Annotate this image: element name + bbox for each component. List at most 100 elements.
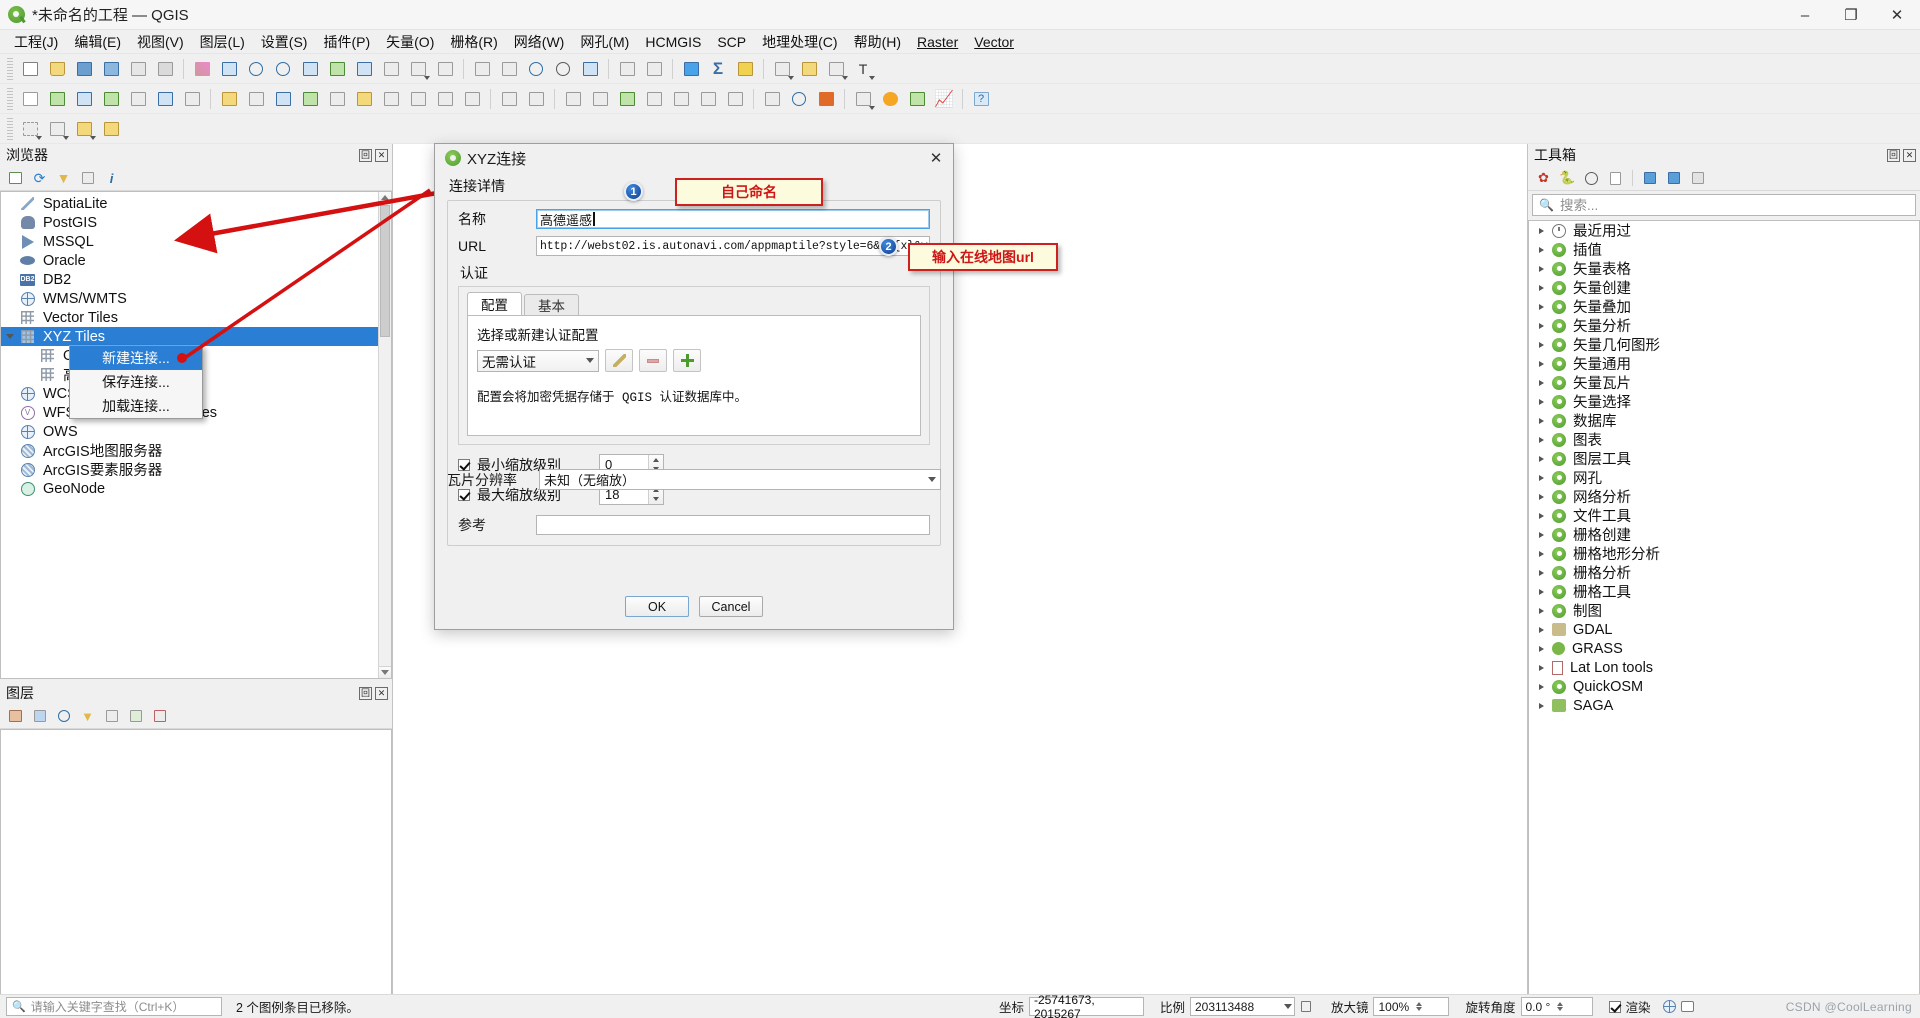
chevron-right-icon[interactable] — [1539, 455, 1544, 462]
menu-vector[interactable]: 矢量(O) — [378, 30, 442, 54]
help-icon[interactable] — [1688, 169, 1707, 188]
filter-legend-icon[interactable] — [30, 707, 49, 726]
chevron-right-icon[interactable] — [1539, 322, 1544, 329]
statistics-icon[interactable]: Σ — [705, 56, 731, 82]
toolbox-item-quickosm[interactable]: QuickOSM — [1529, 677, 1919, 696]
save-project-icon[interactable] — [71, 56, 97, 82]
zoom-selection-icon[interactable] — [324, 56, 350, 82]
toolbox-item-file-tools[interactable]: 文件工具 — [1529, 506, 1919, 525]
browser-item-xyz-tiles[interactable]: XYZ Tiles — [1, 327, 391, 346]
browser-item-arcgis-map-server[interactable]: ArcGIS地图服务器 — [1, 441, 391, 460]
toolbox-item-grass[interactable]: GRASS — [1529, 639, 1919, 658]
lock-scale-icon[interactable] — [1298, 998, 1315, 1015]
select-features-icon[interactable] — [17, 116, 43, 142]
modify-attributes-icon[interactable] — [351, 86, 377, 112]
redo-icon[interactable] — [523, 86, 549, 112]
zoom-out-icon[interactable] — [270, 56, 296, 82]
browser-tree[interactable]: SpatiaLite PostGIS MSSQL Oracle DB2 DB2 — [0, 191, 392, 679]
info-icon[interactable]: i — [102, 169, 121, 188]
toolbox-item-gdal[interactable]: GDAL — [1529, 620, 1919, 639]
close-button[interactable]: ✕ — [1874, 0, 1920, 30]
pan-map-icon[interactable] — [189, 56, 215, 82]
georeferencer-icon[interactable] — [560, 86, 586, 112]
toggle-editing-icon[interactable] — [243, 86, 269, 112]
add-mesh-layer-icon[interactable] — [98, 86, 124, 112]
semiauto-classification-icon[interactable] — [813, 86, 839, 112]
chevron-right-icon[interactable] — [1539, 683, 1544, 690]
edit-icon[interactable] — [1640, 169, 1659, 188]
magnifier-spin[interactable] — [1416, 1002, 1423, 1011]
toolbox-item-interpolation[interactable]: 插值 — [1529, 240, 1919, 259]
zoom-layer-icon[interactable] — [351, 56, 377, 82]
edit-auth-config-button[interactable] — [605, 349, 633, 372]
python-console-icon[interactable] — [732, 56, 758, 82]
xyz-context-menu[interactable]: 新建连接... 保存连接... 加载连接... — [69, 345, 203, 419]
browser-item-mssql[interactable]: MSSQL — [1, 232, 391, 251]
chevron-right-icon[interactable] — [1539, 607, 1544, 614]
split-features-icon[interactable] — [668, 86, 694, 112]
layers-tree[interactable] — [0, 729, 392, 1004]
remove-layer-icon[interactable] — [150, 707, 169, 726]
browser-item-db2[interactable]: DB2 DB2 — [1, 270, 391, 289]
open-style-icon[interactable] — [6, 707, 25, 726]
toolbox-item-vector-tiles[interactable]: 矢量瓦片 — [1529, 373, 1919, 392]
rotation-field[interactable]: 0.0 ° — [1520, 997, 1593, 1016]
messages-log-icon[interactable] — [1679, 998, 1697, 1016]
tile-resolution-select[interactable]: 未知（无缩放） — [539, 469, 941, 490]
add-icon[interactable] — [1664, 169, 1683, 188]
filter-icon[interactable]: ▼ — [78, 707, 97, 726]
offset-curve-icon[interactable] — [641, 86, 667, 112]
browser-scroll-thumb[interactable] — [380, 205, 390, 337]
identify-features-icon[interactable] — [577, 56, 603, 82]
render-checkbox-group[interactable]: 渲染 — [1608, 997, 1651, 1016]
min-zoom-increment[interactable] — [649, 455, 663, 465]
run-model-icon[interactable] — [759, 86, 785, 112]
field-calculator-icon[interactable] — [641, 56, 667, 82]
locator-search-box[interactable]: 🔍 — [6, 997, 222, 1016]
models-icon[interactable]: ✿ — [1534, 169, 1553, 188]
tab-configurations[interactable]: 配置 — [467, 292, 522, 315]
select-value-icon[interactable] — [98, 116, 124, 142]
chevron-right-icon[interactable] — [1539, 303, 1544, 310]
browser-item-wms-wmts[interactable]: WMS/WMTS — [1, 289, 391, 308]
chevron-right-icon[interactable] — [1539, 341, 1544, 348]
current-edits-icon[interactable] — [216, 86, 242, 112]
minimize-button[interactable]: – — [1782, 0, 1828, 30]
toolbox-tree[interactable]: 最近用过 插值 矢量表格 矢量创建 矢量叠加 矢量分析 矢量几何图形 矢量通用 … — [1528, 220, 1920, 1004]
name-input[interactable]: 高德遥感 — [536, 209, 930, 229]
plugin-manager-icon[interactable] — [877, 86, 903, 112]
browser-item-spatialite[interactable]: SpatiaLite — [1, 194, 391, 213]
menu-vector-en[interactable]: Vector — [966, 32, 1022, 52]
max-zoom-decrement[interactable] — [649, 495, 663, 505]
text-annotation-icon[interactable]: T — [850, 56, 876, 82]
new-print-layout-icon[interactable] — [125, 56, 151, 82]
add-vector-layer-icon[interactable] — [44, 86, 70, 112]
menu-mesh[interactable]: 网孔(M) — [572, 30, 637, 54]
reshape-features-icon[interactable] — [695, 86, 721, 112]
browser-close-button[interactable]: ✕ — [375, 148, 388, 162]
toolbox-search-box[interactable]: 🔍 — [1532, 194, 1916, 216]
toolbox-item-vector-selection[interactable]: 矢量选择 — [1529, 392, 1919, 411]
toolbox-item-database[interactable]: 数据库 — [1529, 411, 1919, 430]
visibility-icon[interactable] — [54, 707, 73, 726]
layers-float-button[interactable]: 回 — [359, 686, 372, 700]
add-spatialite-icon[interactable] — [179, 86, 205, 112]
new-project-icon[interactable] — [17, 56, 43, 82]
add-layer-icon[interactable] — [6, 169, 25, 188]
help-contents-icon[interactable]: ? — [968, 86, 994, 112]
toolbox-item-vector-table[interactable]: 矢量表格 — [1529, 259, 1919, 278]
toolbox-item-vector-analysis[interactable]: 矢量分析 — [1529, 316, 1919, 335]
undo-icon[interactable] — [496, 86, 522, 112]
select-by-expression-icon[interactable] — [44, 116, 70, 142]
paste-features-icon[interactable] — [459, 86, 485, 112]
browser-item-vector-tiles[interactable]: Vector Tiles — [1, 308, 391, 327]
menu-raster-en[interactable]: Raster — [909, 32, 966, 52]
chevron-right-icon[interactable] — [1539, 550, 1544, 557]
scale-combo[interactable]: 203113488 — [1189, 997, 1295, 1016]
history-icon[interactable] — [1582, 169, 1601, 188]
log-icon[interactable] — [1606, 169, 1625, 188]
terrain-profile-icon[interactable] — [904, 86, 930, 112]
locator-search-input[interactable] — [30, 999, 216, 1014]
chevron-right-icon[interactable] — [1539, 588, 1544, 595]
new-map-view-icon[interactable] — [469, 56, 495, 82]
